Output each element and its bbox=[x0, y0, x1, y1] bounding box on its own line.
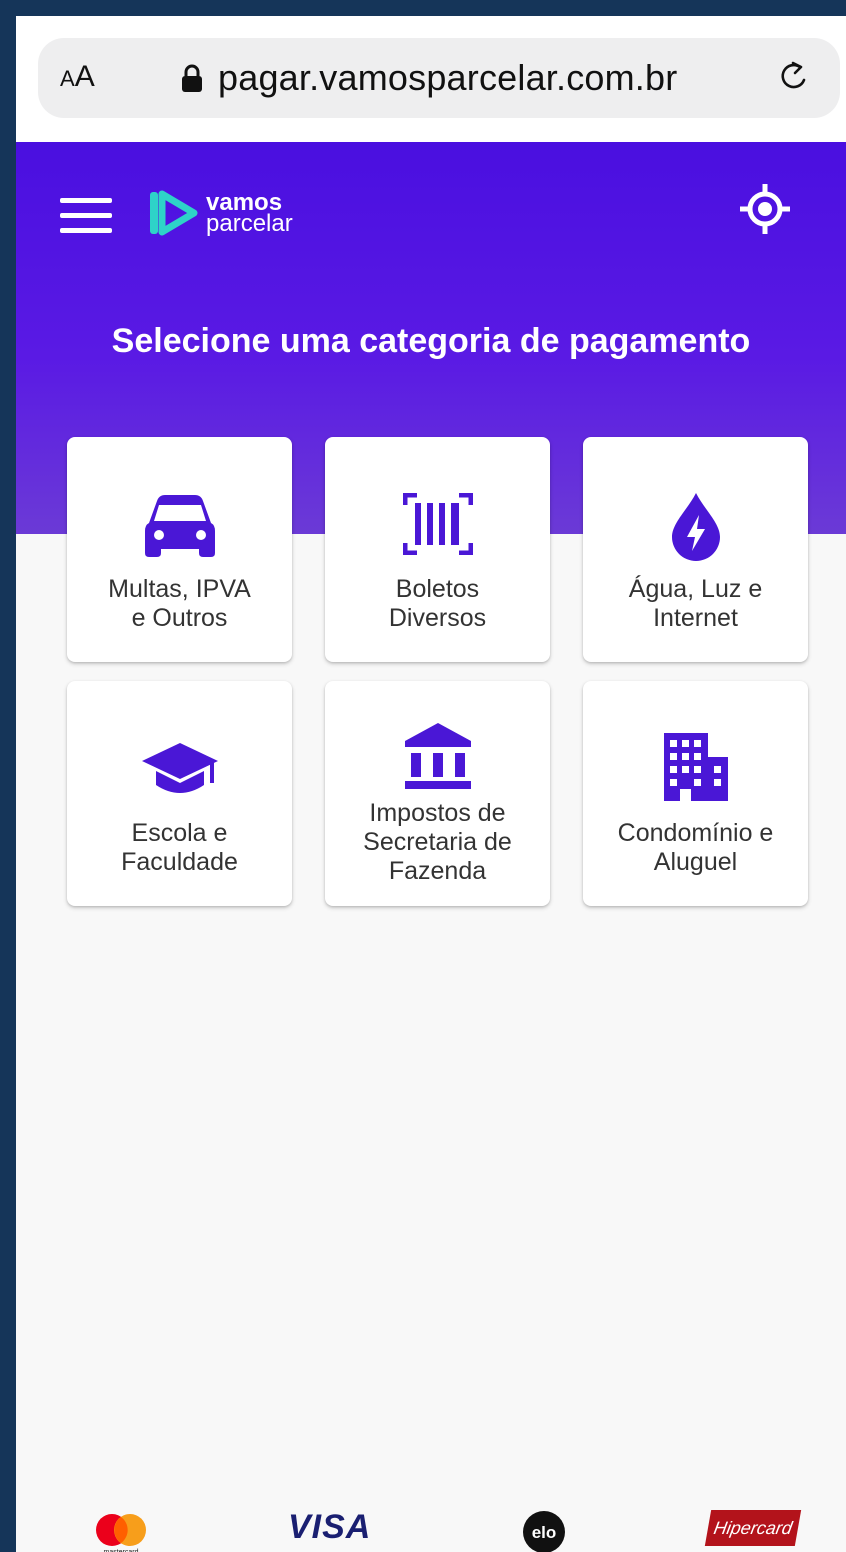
elo-logo: elo bbox=[523, 1511, 565, 1552]
category-label: Multas, IPVA e Outros bbox=[75, 575, 284, 633]
category-label-line: Boletos bbox=[395, 575, 480, 603]
category-label: Boletos Diversos bbox=[333, 575, 542, 633]
category-label-line: Fazenda bbox=[388, 857, 487, 885]
category-label-line: Diversos bbox=[388, 604, 487, 632]
category-label-line: Internet bbox=[653, 604, 738, 632]
graduation-cap-icon bbox=[141, 743, 218, 793]
text-size-small-a: A bbox=[60, 66, 75, 91]
payment-brands: mastercard VISA elo Hipercard bbox=[16, 1504, 846, 1552]
barcode-icon bbox=[402, 493, 473, 555]
category-label-line: Secretaria de bbox=[363, 828, 512, 856]
category-label: Impostos de Secretaria de Fazenda bbox=[333, 799, 542, 886]
logo-play-icon bbox=[150, 190, 198, 236]
apartment-building-icon bbox=[663, 733, 728, 801]
category-card-agua-luz-internet[interactable]: Água, Luz e Internet bbox=[583, 437, 808, 662]
category-label-line: Aluguel bbox=[653, 848, 738, 876]
category-label-line: Escola e bbox=[131, 819, 228, 847]
water-drop-bolt-icon bbox=[671, 493, 720, 561]
category-card-boletos[interactable]: Boletos Diversos bbox=[325, 437, 550, 662]
category-label-line: e Outros bbox=[131, 604, 228, 632]
car-icon bbox=[144, 495, 215, 557]
logo-word-parcelar: parcelar bbox=[206, 210, 293, 237]
category-card-multas-ipva[interactable]: Multas, IPVA e Outros bbox=[67, 437, 292, 662]
category-label-line: Condomínio e bbox=[617, 819, 774, 847]
mastercard-logo: mastercard bbox=[96, 1514, 146, 1552]
elo-wordmark: elo bbox=[532, 1523, 557, 1542]
phone-screen: AA pagar.vamosparcelar.com.br vamos parc… bbox=[16, 16, 846, 1552]
visa-logo: VISA bbox=[288, 1508, 372, 1546]
address-bar[interactable]: AA pagar.vamosparcelar.com.br bbox=[38, 38, 840, 118]
logo-text: vamos parcelar bbox=[206, 191, 293, 237]
hamburger-menu-icon[interactable] bbox=[60, 196, 112, 236]
text-size-large-a: A bbox=[74, 60, 95, 93]
category-label: Condomínio e Aluguel bbox=[591, 819, 800, 877]
url-display[interactable]: pagar.vamosparcelar.com.br bbox=[180, 56, 677, 100]
category-label: Escola e Faculdade bbox=[75, 819, 284, 877]
logo[interactable]: vamos parcelar bbox=[148, 188, 293, 238]
page-title: Selecione uma categoria de pagamento bbox=[111, 322, 751, 360]
bank-building-icon bbox=[404, 723, 471, 789]
reload-icon[interactable] bbox=[774, 58, 814, 98]
location-target-icon[interactable] bbox=[738, 182, 792, 236]
url-text: pagar.vamosparcelar.com.br bbox=[218, 57, 678, 98]
category-label-line: Multas, IPVA bbox=[108, 575, 251, 603]
category-label: Água, Luz e Internet bbox=[591, 575, 800, 633]
category-label-line: Água, Luz e bbox=[628, 575, 763, 603]
text-size-button[interactable]: AA bbox=[60, 60, 95, 94]
category-label-line: Impostos de bbox=[369, 799, 506, 827]
browser-toolbar: AA pagar.vamosparcelar.com.br bbox=[16, 16, 846, 142]
lock-icon bbox=[182, 64, 202, 92]
category-label-line: Faculdade bbox=[121, 848, 238, 876]
hipercard-logo: Hipercard bbox=[704, 1510, 802, 1546]
category-card-condominio-aluguel[interactable]: Condomínio e Aluguel bbox=[583, 681, 808, 906]
category-card-escola-faculdade[interactable]: Escola e Faculdade bbox=[67, 681, 292, 906]
category-card-impostos-fazenda[interactable]: Impostos de Secretaria de Fazenda bbox=[325, 681, 550, 906]
